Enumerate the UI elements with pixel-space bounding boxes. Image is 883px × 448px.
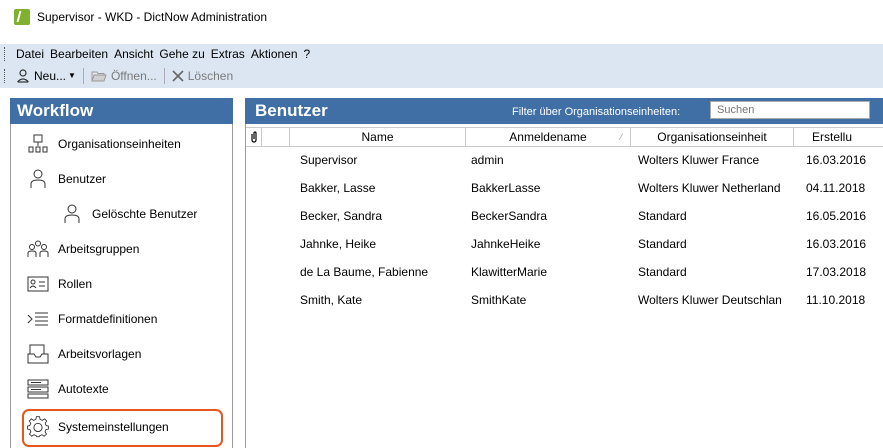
open-button[interactable]: Öffnen... <box>88 69 160 83</box>
sidebar-item-autotexte[interactable]: Autotexte <box>11 372 232 406</box>
column-header-organisationseinheit[interactable]: Organisationseinheit <box>631 127 794 147</box>
table-row[interactable]: de La Baume, Fabienne KlawitterMarie Sta… <box>246 258 883 286</box>
cell-login: BakkerLasse <box>471 181 541 195</box>
cell-org: Wolters Kluwer Netherland <box>638 181 781 195</box>
cell-created: 16.03.2016 <box>806 153 867 167</box>
format-definitions-icon <box>27 308 49 330</box>
cell-name: Supervisor <box>300 153 358 167</box>
cell-created: 17.03.2018 <box>806 265 867 279</box>
cell-login: JahnkeHeike <box>471 237 541 251</box>
sort-indicator-icon: ⁄ <box>620 132 622 142</box>
sidebar-item-label: Benutzer <box>58 172 107 186</box>
delete-button-label: Löschen <box>187 68 234 83</box>
table-row[interactable]: Jahnke, Heike JahnkeHeike Standard 16.03… <box>246 230 883 258</box>
roles-icon <box>27 273 49 295</box>
paperclip-icon <box>250 131 258 143</box>
menu-ansicht[interactable]: Ansicht <box>111 47 156 61</box>
table-header: Name Anmeldename ⁄ Organisationseinheit … <box>246 127 883 147</box>
users-table: Name Anmeldename ⁄ Organisationseinheit … <box>245 124 883 448</box>
sidebar-item-benutzer[interactable]: Benutzer <box>11 162 232 196</box>
new-button[interactable]: Neu... ▼ <box>13 69 79 83</box>
chevron-down-icon[interactable]: ▼ <box>68 71 76 80</box>
cell-login: BeckerSandra <box>471 209 548 223</box>
cell-org: Standard <box>638 209 687 223</box>
toolbar-grip[interactable] <box>4 68 8 83</box>
sidebar-item-formatdefinitionen[interactable]: Formatdefinitionen <box>11 302 232 336</box>
column-header-erstellung[interactable]: Erstellu <box>794 127 883 147</box>
user-icon <box>27 168 49 190</box>
menu-datei[interactable]: Datei <box>13 47 47 61</box>
sidebar-item-rollen[interactable]: Rollen <box>11 267 232 301</box>
cell-login: admin <box>471 153 504 167</box>
column-header-label: Anmeldename <box>509 130 587 144</box>
highlight-annotation <box>22 409 223 447</box>
sidebar-item-label: Arbeitsvorlagen <box>58 347 142 361</box>
column-header-anmeldename[interactable]: Anmeldename ⁄ <box>466 127 631 147</box>
page-title: Benutzer <box>255 101 328 120</box>
work-templates-icon <box>27 343 49 365</box>
cell-org: Wolters Kluwer Deutschlan <box>638 293 782 307</box>
open-button-label: Öffnen... <box>110 68 157 83</box>
table-row[interactable]: Becker, Sandra BeckerSandra Standard 16.… <box>246 202 883 230</box>
sidebar-item-label: Autotexte <box>58 382 109 396</box>
close-icon <box>172 69 184 82</box>
cell-org: Wolters Kluwer France <box>638 153 760 167</box>
workflow-sidebar: Organisationseinheiten Benutzer Gelöscht… <box>10 124 233 448</box>
app-logo-icon <box>14 9 30 25</box>
blank-column-header[interactable] <box>262 127 290 147</box>
folder-icon <box>91 69 107 83</box>
menu-grip[interactable] <box>4 46 8 61</box>
cell-created: 16.03.2016 <box>806 237 867 251</box>
toolbar-separator <box>163 67 165 84</box>
table-row[interactable]: Bakker, Lasse BakkerLasse Wolters Kluwer… <box>246 174 883 202</box>
sidebar-item-label: Gelöschte Benutzer <box>92 207 198 221</box>
table-row[interactable]: Supervisor admin Wolters Kluwer France 1… <box>246 146 883 174</box>
toolbar-separator <box>82 67 84 84</box>
sidebar-item-label: Arbeitsgruppen <box>58 242 140 256</box>
cell-org: Standard <box>638 265 687 279</box>
menu-bearbeiten[interactable]: Bearbeiten <box>47 47 111 61</box>
org-units-icon <box>27 133 49 155</box>
cell-org: Standard <box>638 237 687 251</box>
attachment-column-header[interactable] <box>246 127 262 147</box>
window-title: Supervisor - WKD - DictNow Administratio… <box>37 10 268 24</box>
toolbar: Neu... ▼ Öffnen... Löschen <box>0 63 883 88</box>
title-bar: Supervisor - WKD - DictNow Administratio… <box>0 0 883 34</box>
cell-created: 11.10.2018 <box>806 293 866 307</box>
deleted-user-icon <box>61 203 83 225</box>
search-input[interactable] <box>710 101 870 119</box>
cell-name: Becker, Sandra <box>300 209 383 223</box>
sidebar-item-geloeschte-benutzer[interactable]: Gelöschte Benutzer <box>11 197 232 231</box>
sidebar-item-label: Organisationseinheiten <box>58 137 181 151</box>
workgroups-icon <box>27 238 49 260</box>
menu-extras[interactable]: Extras <box>208 47 248 61</box>
column-header-name[interactable]: Name <box>290 127 466 147</box>
menu-help[interactable]: ? <box>301 47 314 61</box>
sidebar-item-arbeitsvorlagen[interactable]: Arbeitsvorlagen <box>11 337 232 371</box>
sidebar-item-label: Formatdefinitionen <box>58 312 158 326</box>
new-button-label: Neu... <box>34 68 67 83</box>
sidebar-title: Workflow <box>10 98 233 124</box>
filter-label: Filter über Organisationseinheiten: <box>512 106 681 118</box>
main-header: Benutzer Filter über Organisationseinhei… <box>245 98 883 124</box>
menu-gehe-zu[interactable]: Gehe zu <box>156 47 207 61</box>
cell-name: Smith, Kate <box>300 293 363 307</box>
new-user-icon <box>16 68 30 83</box>
cell-login: SmithKate <box>471 293 527 307</box>
sidebar-item-arbeitsgruppen[interactable]: Arbeitsgruppen <box>11 232 232 266</box>
autotext-icon <box>27 378 49 400</box>
cell-created: 04.11.2018 <box>806 181 866 195</box>
delete-button[interactable]: Löschen <box>169 69 236 83</box>
menu-bar: Datei Bearbeiten Ansicht Gehe zu Extras … <box>0 44 883 63</box>
sidebar-item-label: Rollen <box>58 277 93 291</box>
cell-login: KlawitterMarie <box>471 265 548 279</box>
cell-name: de La Baume, Fabienne <box>300 265 429 279</box>
menu-aktionen[interactable]: Aktionen <box>248 47 301 61</box>
table-row[interactable]: Smith, Kate SmithKate Wolters Kluwer Deu… <box>246 286 883 314</box>
sidebar-item-organisationseinheiten[interactable]: Organisationseinheiten <box>11 127 232 161</box>
cell-name: Bakker, Lasse <box>300 181 376 195</box>
cell-created: 16.05.2016 <box>806 209 867 223</box>
cell-name: Jahnke, Heike <box>300 237 377 251</box>
